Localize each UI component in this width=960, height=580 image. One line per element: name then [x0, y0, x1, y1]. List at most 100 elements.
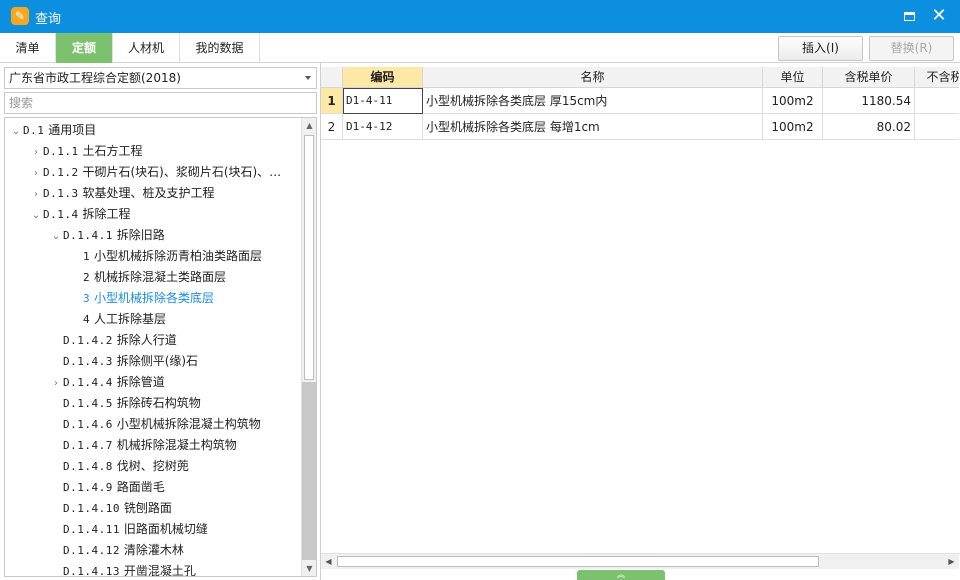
tree-node-code: D.1.4.3	[63, 355, 113, 368]
tree-node[interactable]: D.1.4.9 路面凿毛	[5, 477, 301, 498]
tree-node-label: 旧路面机械切缝	[123, 522, 208, 536]
tree-node-code: D.1.4.4	[63, 376, 113, 389]
tree-node-label: 伐树、挖树蔸	[116, 459, 189, 473]
cell-unit[interactable]: 100m2	[763, 114, 823, 140]
chevron-right-icon[interactable]: ›	[29, 163, 43, 183]
tree-node-label: 小型机械拆除各类底层	[93, 291, 214, 305]
row-number[interactable]: 1	[321, 88, 343, 114]
scroll-thumb[interactable]	[337, 556, 819, 567]
maximize-icon[interactable]	[898, 5, 920, 27]
tree-node[interactable]: 1 小型机械拆除沥青柏油类路面层	[5, 246, 301, 267]
cell-price[interactable]: 80.02	[823, 114, 915, 140]
scroll-down-icon[interactable]: ▼	[302, 561, 316, 576]
tree-node-label: 路面凿毛	[116, 480, 165, 494]
tree-node-label: 干砌片石(块石)、浆砌片石(块石)、…	[82, 165, 282, 179]
tree-node[interactable]: ⌄ D.1 通用项目	[5, 120, 301, 141]
tree-node[interactable]: 4 人工拆除基层	[5, 309, 301, 330]
tree-node-code: D.1.4	[43, 208, 79, 221]
tree-node-label: 拆除砖石构筑物	[116, 396, 201, 410]
tree-node-label: 土石方工程	[82, 144, 143, 158]
tree-node-code: D.1.4.2	[63, 334, 113, 347]
cell-price[interactable]: 1180.54	[823, 88, 915, 114]
scroll-up-icon[interactable]: ▲	[302, 118, 316, 133]
quota-library-select[interactable]: 广东省市政工程综合定额(2018)	[4, 67, 317, 89]
tree-node-label: 拆除工程	[82, 207, 131, 221]
tree-node[interactable]: D.1.4.5 拆除砖石构筑物	[5, 393, 301, 414]
results-grid: 编码 名称 单位 含税单价 不含税 1 D1-4-11 小型机械拆除各类底层 厚…	[321, 67, 959, 553]
scroll-right-icon[interactable]: ▶	[944, 554, 959, 570]
cell-code[interactable]: D1-4-11	[343, 88, 423, 114]
tree-node[interactable]: D.1.4.8 伐树、挖树蔸	[5, 456, 301, 477]
tree-node-label: 小型机械拆除沥青柏油类路面层	[93, 249, 262, 263]
scroll-left-icon[interactable]: ◀	[321, 554, 336, 570]
cell-name[interactable]: 小型机械拆除各类底层 厚15cm内	[423, 88, 763, 114]
tree-node-label: 铣刨路面	[123, 501, 172, 515]
tree-node-code: D.1.4.5	[63, 397, 113, 410]
tab-labor-material-machine[interactable]: 人材机	[113, 33, 180, 63]
tab-my-data[interactable]: 我的数据	[180, 33, 260, 63]
tree-node-code: D.1.2	[43, 166, 79, 179]
tree-node[interactable]: D.1.4.11 旧路面机械切缝	[5, 519, 301, 540]
tree-node[interactable]: › D.1.4.4 拆除管道	[5, 372, 301, 393]
tab-quota[interactable]: 定额	[56, 33, 113, 63]
tree-node[interactable]: ⌄ D.1.4.1 拆除旧路	[5, 225, 301, 246]
search-input[interactable]	[4, 92, 317, 114]
scroll-thumb[interactable]	[304, 135, 314, 380]
column-header-unit[interactable]: 单位	[763, 67, 823, 88]
chevron-down-icon[interactable]: ⌄	[9, 121, 23, 141]
tree-node-label: 软基处理、桩及支护工程	[82, 186, 215, 200]
replace-button[interactable]: 替换(R)	[869, 36, 954, 61]
tree-node[interactable]: D.1.4.6 小型机械拆除混凝土构筑物	[5, 414, 301, 435]
tree-node-code: 2	[83, 271, 91, 284]
cell-price-ex-tax[interactable]	[915, 114, 959, 140]
tree-node[interactable]: ⌄ D.1.4 拆除工程	[5, 204, 301, 225]
column-header-name[interactable]: 名称	[423, 67, 763, 88]
tree-scrollbar[interactable]: ▲ ▼	[301, 118, 316, 576]
tree-node[interactable]: 3 小型机械拆除各类底层	[5, 288, 301, 309]
tree-node-code: D.1.4.7	[63, 439, 113, 452]
column-header-code[interactable]: 编码	[343, 67, 423, 88]
tree-node[interactable]: 2 机械拆除混凝土类路面层	[5, 267, 301, 288]
tree-node-code: 1	[83, 250, 91, 263]
collapse-panel-icon[interactable]: ︽	[577, 570, 665, 580]
chevron-right-icon[interactable]: ›	[49, 373, 63, 393]
chevron-down-icon[interactable]: ⌄	[29, 205, 43, 225]
tree-node[interactable]: D.1.4.13 开凿混凝土孔	[5, 561, 301, 577]
cell-name[interactable]: 小型机械拆除各类底层 每增1cm	[423, 114, 763, 140]
tree-node-code: 3	[83, 292, 91, 305]
tree-node-code: D.1	[23, 124, 45, 137]
tree-node-code: D.1.4.13	[63, 565, 120, 577]
tree-node-code: 4	[83, 313, 91, 326]
tree-node[interactable]: › D.1.3 软基处理、桩及支护工程	[5, 183, 301, 204]
tree-node[interactable]: D.1.4.10 铣刨路面	[5, 498, 301, 519]
tree-node-code: D.1.1	[43, 145, 79, 158]
grid-horizontal-scrollbar[interactable]: ◀ ▶	[321, 553, 959, 569]
column-header-price[interactable]: 含税单价	[823, 67, 915, 88]
cell-price-ex-tax[interactable]	[915, 88, 959, 114]
tree-node-label: 清除灌木林	[123, 543, 184, 557]
tree-node-code: D.1.4.10	[63, 502, 120, 515]
column-header-price-ex-tax[interactable]: 不含税	[915, 67, 959, 88]
tree-node-label: 开凿混凝土孔	[123, 564, 196, 577]
tree-node[interactable]: › D.1.2 干砌片石(块石)、浆砌片石(块石)、…	[5, 162, 301, 183]
tree-node[interactable]: › D.1.1 土石方工程	[5, 141, 301, 162]
left-panel: 广东省市政工程综合定额(2018) ⌄D.1 通用项目›D.1.1 土石方工程›…	[0, 63, 320, 580]
quota-tree: ⌄ D.1 通用项目 › D.1.1 土石方工程 › D.1.2 干砌片石(块石)、浆砌片…	[4, 117, 317, 577]
tree-node[interactable]: D.1.4.7 机械拆除混凝土构筑物	[5, 435, 301, 456]
tab-bill[interactable]: 清单	[0, 33, 56, 63]
chevron-right-icon[interactable]: ›	[29, 142, 43, 162]
tree-node[interactable]: D.1.4.3 拆除侧平(缘)石	[5, 351, 301, 372]
tree-node[interactable]: D.1.4.2 拆除人行道	[5, 330, 301, 351]
tree-node-label: 机械拆除混凝土类路面层	[93, 270, 226, 284]
cell-unit[interactable]: 100m2	[763, 88, 823, 114]
chevron-down-icon[interactable]: ⌄	[49, 226, 63, 246]
cell-code[interactable]: D1-4-12	[343, 114, 423, 140]
tree-node[interactable]: D.1.4.12 清除灌木林	[5, 540, 301, 561]
window-title: 查询	[35, 12, 62, 27]
close-icon[interactable]: ✕	[928, 5, 950, 27]
chevron-right-icon[interactable]: ›	[29, 184, 43, 204]
insert-button[interactable]: 插入(I)	[778, 36, 863, 61]
row-number[interactable]: 2	[321, 114, 343, 140]
tree-node-code: D.1.4.1	[63, 229, 113, 242]
scroll-track[interactable]	[302, 382, 316, 560]
